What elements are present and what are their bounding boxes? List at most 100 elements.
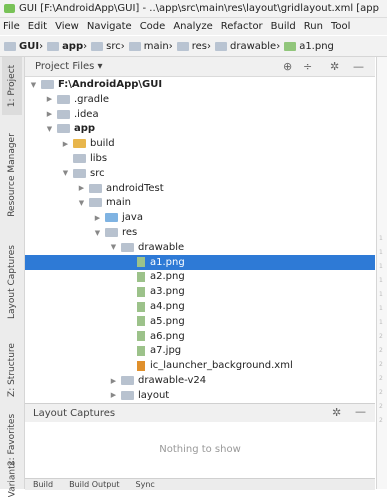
tab-build-output[interactable]: Build Output bbox=[69, 480, 119, 489]
chevron-down-icon[interactable]: ▼ bbox=[45, 125, 54, 133]
tree-row-label: .idea bbox=[74, 108, 99, 120]
tree-row[interactable]: ▼ app bbox=[25, 121, 375, 136]
menu-refactor[interactable]: Refactor bbox=[221, 21, 263, 32]
tree-row[interactable]: ▼ main bbox=[25, 195, 375, 210]
bottom-tool-tabs: Build Build Output Sync bbox=[25, 478, 375, 490]
gear-icon[interactable]: ✲ bbox=[332, 406, 341, 419]
tree-row[interactable]: ▶ build bbox=[25, 136, 375, 151]
chevron-right-icon[interactable]: ▶ bbox=[93, 214, 102, 222]
tree-row-label: a7.jpg bbox=[150, 345, 182, 357]
gear-icon[interactable]: ✲ bbox=[330, 60, 339, 73]
tree-row[interactable]: ▶ .gradle bbox=[25, 92, 375, 107]
window-title: GUI [F:\AndroidApp\GUI] - ..\app\src\mai… bbox=[19, 3, 380, 14]
tree-row[interactable]: libs bbox=[25, 151, 375, 166]
tree-row[interactable]: ic_launcher_background.xml bbox=[25, 358, 375, 373]
breadcrumb-item-file[interactable]: a1.png bbox=[280, 41, 334, 52]
menu-build[interactable]: Build bbox=[271, 21, 296, 32]
tree-row-label: libs bbox=[90, 153, 108, 164]
collapse-all-icon[interactable]: ÷ bbox=[303, 60, 312, 73]
project-view-selector[interactable]: Project Files ▾ bbox=[35, 61, 103, 72]
folder-icon bbox=[121, 242, 134, 252]
tree-row-label: layout bbox=[138, 389, 170, 401]
folder-blue-icon bbox=[105, 213, 118, 223]
tab-layout-captures[interactable]: Layout Captures bbox=[2, 237, 22, 327]
tree-row[interactable]: a4.png bbox=[25, 299, 375, 314]
chevron-down-icon[interactable]: ▼ bbox=[93, 229, 102, 237]
chevron-right-icon[interactable]: ▶ bbox=[109, 391, 118, 399]
hide-icon[interactable]: — bbox=[353, 60, 364, 73]
chevron-right-icon[interactable]: ▶ bbox=[77, 184, 86, 192]
breadcrumb-item-drawable[interactable]: drawable bbox=[211, 41, 276, 52]
folder-icon bbox=[176, 41, 189, 51]
tree-row[interactable]: ▶ layout bbox=[25, 388, 375, 402]
tab-variants[interactable]: Variants bbox=[2, 461, 22, 497]
locate-icon[interactable]: ⊕ bbox=[283, 60, 292, 73]
tree-row-label: a4.png bbox=[150, 301, 185, 312]
tree-row[interactable]: a2.png bbox=[25, 269, 375, 284]
tree-row[interactable]: a5.png bbox=[25, 314, 375, 329]
tree-row[interactable]: ▼ drawable bbox=[25, 240, 375, 255]
tab-resource-manager[interactable]: Resource Manager bbox=[2, 125, 22, 225]
tree-row-label: java bbox=[122, 212, 143, 224]
tab-favorites[interactable]: 2: Favorites bbox=[2, 412, 22, 467]
chevron-down-icon[interactable]: ▼ bbox=[109, 243, 118, 251]
tree-row[interactable]: ▶ androidTest bbox=[25, 181, 375, 196]
image-file-icon bbox=[137, 345, 145, 356]
tab-structure[interactable]: Z: Structure bbox=[2, 335, 22, 405]
menu-navigate[interactable]: Navigate bbox=[87, 21, 132, 32]
tree-row[interactable]: a6.png bbox=[25, 329, 375, 344]
menu-file[interactable]: File bbox=[3, 21, 20, 32]
menu-analyze[interactable]: Analyze bbox=[173, 21, 212, 32]
layout-captures-title: Layout Captures bbox=[33, 407, 116, 419]
folder-icon bbox=[215, 41, 228, 51]
tab-sync[interactable]: Sync bbox=[136, 480, 155, 489]
chevron-down-icon[interactable]: ▼ bbox=[61, 169, 70, 177]
tree-row-label: a5.png bbox=[150, 315, 185, 327]
breadcrumb-item-app[interactable]: app bbox=[43, 41, 83, 52]
image-file-icon bbox=[137, 257, 145, 268]
menu-view[interactable]: View bbox=[55, 21, 79, 32]
chevron-right-icon[interactable]: ▶ bbox=[45, 110, 54, 118]
tab-project[interactable]: 1: Project bbox=[2, 57, 22, 115]
chevron-right-icon[interactable]: ▶ bbox=[109, 377, 118, 385]
chevron-right-icon[interactable]: ▶ bbox=[45, 95, 54, 103]
tree-row[interactable]: ▼ res bbox=[25, 225, 375, 240]
chevron-right-icon[interactable]: ▶ bbox=[61, 140, 70, 148]
folder-icon bbox=[105, 228, 118, 237]
folder-icon bbox=[41, 80, 54, 89]
menu-code[interactable]: Code bbox=[140, 21, 166, 32]
menu-run[interactable]: Run bbox=[304, 21, 323, 32]
tree-row[interactable]: ▼ F:\AndroidApp\GUI bbox=[25, 77, 375, 92]
menu-tools[interactable]: Tool bbox=[331, 21, 350, 32]
tree-row[interactable]: a7.jpg bbox=[25, 343, 375, 358]
hide-icon[interactable]: — bbox=[355, 405, 366, 418]
folder-icon bbox=[73, 154, 86, 163]
tree-row-label: F:\AndroidApp\GUI bbox=[58, 79, 163, 90]
tree-row-label: ic_launcher_background.xml bbox=[150, 360, 293, 372]
tree-row[interactable]: ▶ drawable-v24 bbox=[25, 373, 375, 388]
menu-bar: File Edit View Navigate Code Analyze Ref… bbox=[0, 18, 387, 35]
tree-row-label: res bbox=[122, 227, 138, 238]
image-file-icon bbox=[284, 41, 297, 51]
folder-icon bbox=[128, 41, 141, 51]
empty-state-text: Nothing to show bbox=[159, 444, 241, 455]
chevron-down-icon[interactable]: ▼ bbox=[29, 81, 38, 89]
breadcrumb-item-src[interactable]: src bbox=[87, 41, 121, 52]
tree-row[interactable]: a1.png bbox=[25, 254, 375, 270]
xml-file-icon bbox=[137, 360, 145, 371]
tree-row[interactable]: ▶ .idea bbox=[25, 107, 375, 122]
chevron-down-icon[interactable]: ▼ bbox=[77, 199, 86, 207]
breadcrumb-item-res[interactable]: res bbox=[173, 41, 207, 52]
folder-icon bbox=[91, 41, 104, 51]
menu-edit[interactable]: Edit bbox=[28, 21, 47, 32]
tree-row[interactable]: ▶ java bbox=[25, 210, 375, 225]
breadcrumb-item-gui[interactable]: GUI bbox=[0, 41, 39, 52]
breadcrumb-item-main[interactable]: main bbox=[125, 41, 169, 52]
tab-build[interactable]: Build bbox=[33, 480, 53, 489]
editor-gutter: 111 111 122 222 22 bbox=[376, 57, 387, 489]
tree-row-label: drawable-v24 bbox=[138, 375, 207, 386]
image-file-icon bbox=[137, 301, 145, 312]
tree-row[interactable]: a3.png bbox=[25, 284, 375, 299]
tree-row[interactable]: ▼ src bbox=[25, 166, 375, 181]
android-studio-icon bbox=[4, 4, 15, 13]
